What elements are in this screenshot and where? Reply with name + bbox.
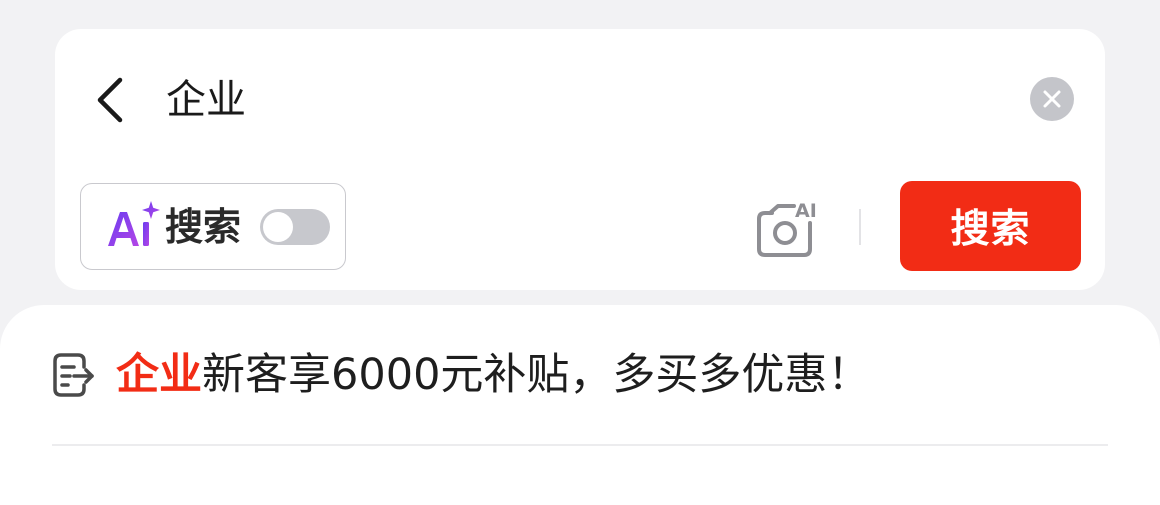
- clear-button[interactable]: [1030, 77, 1074, 121]
- ai-search-switch[interactable]: [260, 209, 330, 245]
- search-submit-button[interactable]: 搜索: [900, 181, 1081, 271]
- ai-sparkle-logo: [108, 201, 160, 246]
- toolbar-divider: [859, 209, 861, 245]
- promo-suggestion-row[interactable]: 企业新客享6000元补贴，多买多优惠！: [0, 305, 1160, 445]
- row-divider: [52, 444, 1108, 446]
- clear-x-icon: [1043, 90, 1061, 108]
- suggestion-panel: 企业新客享6000元补贴，多买多优惠！: [0, 305, 1160, 505]
- promo-highlight: 企业: [116, 350, 202, 400]
- ai-camera-icon: AI: [757, 200, 817, 257]
- back-chevron-icon: [97, 77, 123, 123]
- search-query[interactable]: 企业: [166, 74, 246, 126]
- switch-knob: [263, 212, 293, 242]
- document-arrow-icon: [53, 353, 94, 397]
- camera-ai-badge: AI: [795, 200, 817, 222]
- promo-body: 新客享6000元补贴，多买多优惠！: [202, 350, 871, 400]
- ai-search-label: 搜索: [165, 205, 242, 249]
- ai-search-toggle[interactable]: 搜索: [80, 183, 346, 270]
- back-button[interactable]: [88, 75, 132, 125]
- camera-search-button[interactable]: AI: [752, 195, 832, 261]
- promo-text: 企业新客享6000元补贴，多买多优惠！: [116, 347, 870, 403]
